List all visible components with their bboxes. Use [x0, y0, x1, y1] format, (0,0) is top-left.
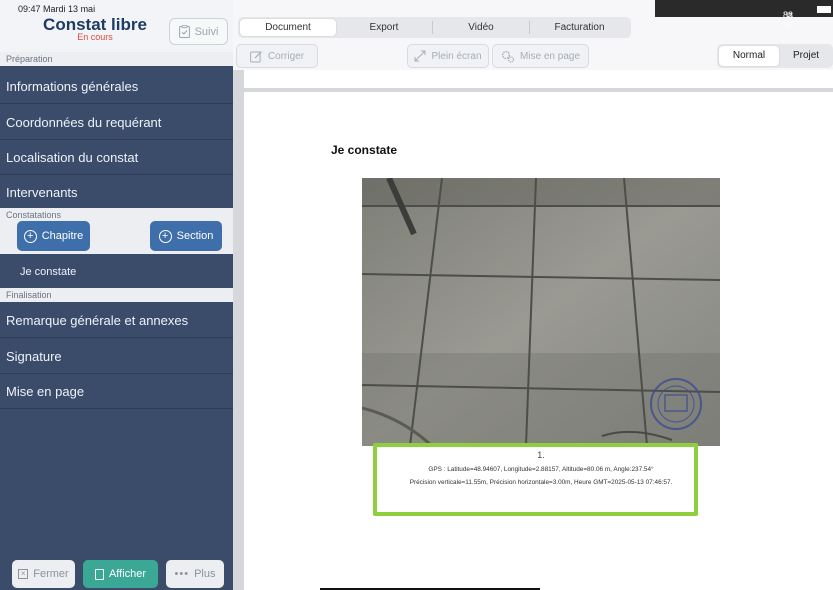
status-time: 09:47 Mardi 13 mai [18, 4, 95, 14]
more-button[interactable]: ••• Plus [166, 560, 224, 588]
expand-icon [414, 50, 426, 62]
status-bar: ≋ 83 % [655, 0, 833, 30]
gears-icon [501, 50, 515, 63]
status-badge: En cours [77, 32, 113, 42]
edit-icon [250, 50, 262, 62]
sidebar-item-informations[interactable]: Informations générales [0, 70, 233, 104]
chapter-toolbar: + Chapitre + Section [0, 218, 233, 254]
tab-bar: Document Export Vidéo Facturation [238, 17, 631, 38]
sidebar-item-je-constate[interactable]: Je constate [0, 254, 233, 290]
suivi-button[interactable]: Suivi [169, 18, 228, 45]
correct-label: Corriger [267, 50, 305, 62]
paving-tiles-image [362, 178, 720, 446]
status-clock: 09:47 [18, 4, 41, 14]
suivi-label: Suivi [194, 25, 219, 38]
mode-projet[interactable]: Projet [779, 46, 833, 66]
add-chapter-label: Chapitre [41, 230, 84, 242]
status-date: Mardi 13 mai [43, 4, 96, 14]
plus-circle-icon: + [158, 229, 172, 243]
sidebar-item-intervenants[interactable]: Intervenants [0, 176, 233, 210]
caption-highlight-box [373, 443, 698, 516]
sidebar: 09:47 Mardi 13 mai Constat libre En cour… [0, 0, 233, 590]
battery-icon [817, 6, 831, 13]
fullscreen-button[interactable]: Plein écran [407, 44, 489, 68]
layout-button[interactable]: Mise en page [492, 44, 589, 68]
correct-button[interactable]: Corriger [236, 44, 318, 68]
more-label: Plus [194, 568, 216, 580]
close-button[interactable]: × Fermer [12, 560, 75, 588]
battery-level: 83 % [782, 10, 793, 30]
fullscreen-label: Plein écran [431, 50, 482, 62]
clipboard-check-icon [178, 25, 190, 38]
site-photo[interactable] [362, 178, 720, 446]
sidebar-item-signature[interactable]: Signature [0, 340, 233, 374]
add-section-label: Section [176, 230, 214, 242]
show-label: Afficher [108, 568, 147, 580]
sidebar-item-remarque[interactable]: Remarque générale et annexes [0, 304, 233, 338]
close-icon: × [18, 569, 29, 579]
section-label-finalisation: Finalisation [0, 288, 233, 302]
mode-normal[interactable]: Normal [719, 46, 779, 66]
show-button[interactable]: Afficher [83, 560, 158, 588]
mode-switch: Normal Projet [717, 44, 833, 68]
tab-video[interactable]: Vidéo [433, 19, 529, 36]
add-chapter-button[interactable]: + Chapitre [17, 221, 90, 251]
sidebar-footer: × Fermer Afficher ••• Plus [0, 552, 233, 590]
sidebar-item-localisation[interactable]: Localisation du constat [0, 141, 233, 175]
layout-label: Mise en page [519, 50, 581, 62]
previous-page [244, 70, 833, 88]
app-window: 09:47 Mardi 13 mai Constat libre En cour… [0, 0, 833, 590]
close-label: Fermer [33, 568, 69, 580]
sidebar-item-mise-en-page[interactable]: Mise en page [0, 375, 233, 409]
sidebar-item-coordonnees[interactable]: Coordonnées du requérant [0, 106, 233, 140]
add-section-button[interactable]: + Section [150, 221, 222, 251]
document-icon [94, 568, 104, 580]
tab-facturation[interactable]: Facturation [530, 19, 629, 36]
tab-document[interactable]: Document [240, 19, 336, 36]
section-label-preparation: Préparation [0, 52, 233, 66]
ellipsis-icon: ••• [174, 568, 190, 580]
plus-circle-icon: + [23, 229, 37, 243]
tab-export[interactable]: Export [336, 19, 432, 36]
page-heading: Je constate [331, 143, 398, 157]
